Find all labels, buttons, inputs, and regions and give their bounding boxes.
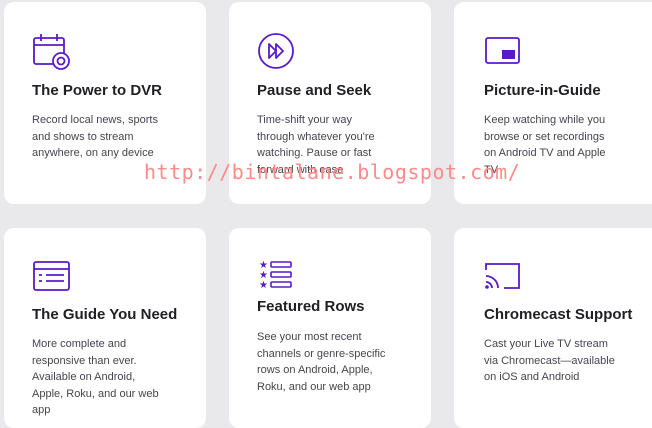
desc-line: See your most recent (257, 331, 362, 343)
desc-line: channels or genre-specific (257, 347, 386, 360)
desc-line: Available on Android, (32, 371, 136, 383)
desc-line: TV (484, 163, 499, 176)
desc-line: anywhere, on any device (32, 147, 154, 159)
fast-forward-icon (257, 32, 297, 72)
desc-line: on Android TV and Apple (484, 147, 606, 159)
card-title: Picture-in-Guide (484, 82, 601, 99)
feature-card-picture-in-guide: Picture-in-Guide Keep watching while you… (454, 2, 652, 204)
feature-card-chromecast: Chromecast Support Cast your Live TV str… (454, 228, 652, 428)
card-description: Record local news, sports and shows to s… (32, 112, 158, 162)
desc-line: and shows to stream (32, 130, 134, 143)
card-title: The Guide You Need (32, 306, 178, 323)
svg-text:★: ★ (259, 280, 268, 291)
feature-card-pause-seek: Pause and Seek Time-shift your way throu… (229, 2, 431, 204)
card-description: Cast your Live TV stream via Chromecast—… (484, 336, 615, 386)
picture-in-guide-icon (484, 32, 524, 72)
feature-card-featured-rows: ★ ★ ★ Featured Rows See your most recent… (229, 228, 431, 428)
feature-card-dvr: The Power to DVR Record local news, spor… (4, 2, 206, 204)
card-description: More complete and responsive than ever. … (32, 336, 159, 419)
desc-line: on iOS and Android (484, 371, 580, 383)
chromecast-icon (484, 260, 524, 300)
desc-line: More complete and (32, 338, 127, 350)
desc-line: through whatever you're (257, 130, 375, 143)
card-title: The Power to DVR (32, 82, 163, 99)
desc-line: Roku, and our web app (257, 380, 371, 393)
desc-line: forward with ease (257, 163, 344, 176)
calendar-dvr-icon (32, 32, 72, 72)
desc-line: Time-shift your way (257, 114, 352, 126)
card-description: See your most recent channels or genre-s… (257, 329, 385, 395)
desc-line: app (32, 404, 51, 416)
desc-line: watching. Pause or fast (257, 147, 372, 159)
desc-line: Keep watching while you (484, 114, 606, 126)
featured-rows-icon: ★ ★ ★ (257, 258, 297, 298)
card-description: Keep watching while you browse or set re… (484, 112, 606, 178)
feature-card-guide: The Guide You Need More complete and res… (4, 228, 206, 428)
desc-line: rows on Android, Apple, (257, 364, 373, 376)
desc-line: Apple, Roku, and our web (32, 387, 159, 400)
desc-line: browse or set recordings (484, 130, 605, 143)
card-title: Featured Rows (257, 298, 365, 315)
desc-line: via Chromecast—available (484, 354, 615, 367)
card-title: Pause and Seek (257, 82, 372, 99)
card-title: Chromecast Support (484, 306, 633, 323)
card-description: Time-shift your way through whatever you… (257, 112, 375, 178)
desc-line: Cast your Live TV stream (484, 338, 608, 350)
desc-line: responsive than ever. (32, 354, 137, 367)
desc-line: Record local news, sports (32, 114, 158, 126)
guide-list-icon (32, 258, 72, 298)
